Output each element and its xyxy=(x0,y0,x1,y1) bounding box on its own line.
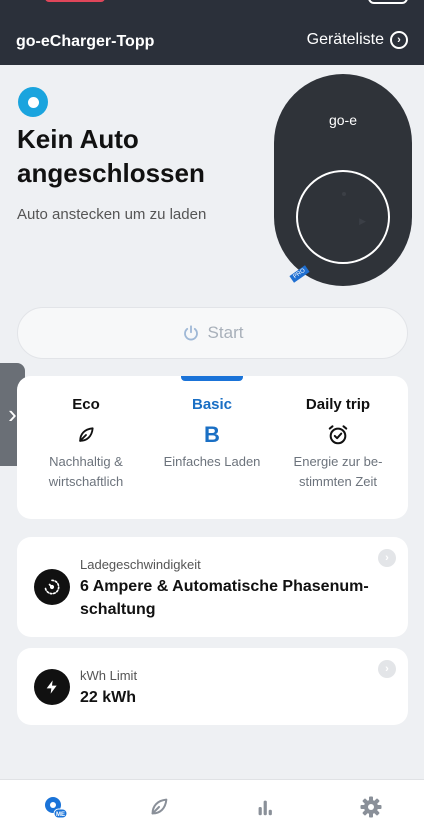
chevron-right-circle-icon: › xyxy=(390,31,408,49)
pro-badge: PRO xyxy=(289,265,310,283)
device-list-button[interactable]: Geräteliste › xyxy=(307,31,408,49)
tab-settings[interactable] xyxy=(356,794,386,820)
charging-speed-card[interactable]: Ladegeschwindigkeit 6 Ampere & Automatis… xyxy=(17,537,408,637)
start-label: Start xyxy=(207,323,244,342)
mode-desc-line2: wirtschaftlich xyxy=(48,474,124,489)
status-subline: Auto anstecken um zu laden xyxy=(17,206,207,223)
card-value: 6 Ampere & Automatische Phasenum­schaltu… xyxy=(80,578,369,618)
battery-icon xyxy=(368,0,408,4)
mode-desc-line1: Energie zur be- xyxy=(293,454,383,469)
card-label: kWh Limit xyxy=(80,668,138,683)
kwh-limit-card[interactable]: kWh Limit 22 kWh › xyxy=(17,648,408,725)
status-dot-icon xyxy=(18,87,48,117)
card-label: Ladegeschwindigkeit xyxy=(80,557,201,572)
mode-basic[interactable]: Basic B Einfaches Laden xyxy=(147,396,277,472)
home-icon: ME xyxy=(45,797,68,819)
charger-logo: go-e xyxy=(328,112,358,128)
bottom-tab-bar: ME xyxy=(0,779,424,825)
chart-icon xyxy=(258,800,272,816)
charger-illustration: go-e ▶ PRO xyxy=(274,74,412,286)
status-headline: Kein Auto angeschlossen xyxy=(17,124,205,188)
alarm-clock-icon xyxy=(273,418,403,452)
charger-led-ring: ▶ xyxy=(296,170,390,264)
tab-statistics[interactable] xyxy=(250,794,280,820)
mode-name: Daily trip xyxy=(305,396,371,413)
chevron-right-icon: › xyxy=(8,399,17,429)
speedometer-icon xyxy=(34,569,70,605)
device-title: go-eCharger-Topp xyxy=(16,33,155,50)
start-button[interactable]: Start xyxy=(17,307,408,359)
chevron-right-circle-icon: › xyxy=(378,660,396,678)
mode-eco[interactable]: Eco Nachhaltig & wirtschaftlich xyxy=(21,396,151,492)
leaf-icon xyxy=(21,418,151,452)
svg-text:ME: ME xyxy=(56,812,65,818)
tab-eco[interactable] xyxy=(144,794,174,820)
tab-home[interactable]: ME xyxy=(40,794,70,820)
card-value: 22 kWh xyxy=(80,689,137,706)
basic-b-icon: B xyxy=(204,422,220,447)
mode-desc-line1: Nachhaltig & xyxy=(49,454,123,469)
lightning-icon xyxy=(34,669,70,705)
app-header: go-eCharger-Topp Geräteliste › xyxy=(0,20,424,65)
active-mode-indicator xyxy=(181,376,243,381)
mode-desc-line2: stimmten Zeit xyxy=(298,474,377,489)
mode-daily-trip[interactable]: Daily trip Energie zur be- stimmten Zeit xyxy=(273,396,403,492)
power-icon xyxy=(183,325,198,341)
mode-name: Eco xyxy=(72,396,100,413)
settings-icon xyxy=(360,796,382,818)
device-list-label: Geräteliste xyxy=(306,31,384,48)
leaf-icon xyxy=(151,798,168,815)
mode-name: Basic xyxy=(191,396,233,413)
chevron-right-circle-icon: › xyxy=(378,549,396,567)
charging-modes: Eco Nachhaltig & wirtschaftlich Basic B … xyxy=(17,376,408,519)
recording-indicator xyxy=(45,0,105,2)
status-bar xyxy=(0,0,424,20)
mode-desc-line1: Einfaches Laden xyxy=(163,454,261,469)
